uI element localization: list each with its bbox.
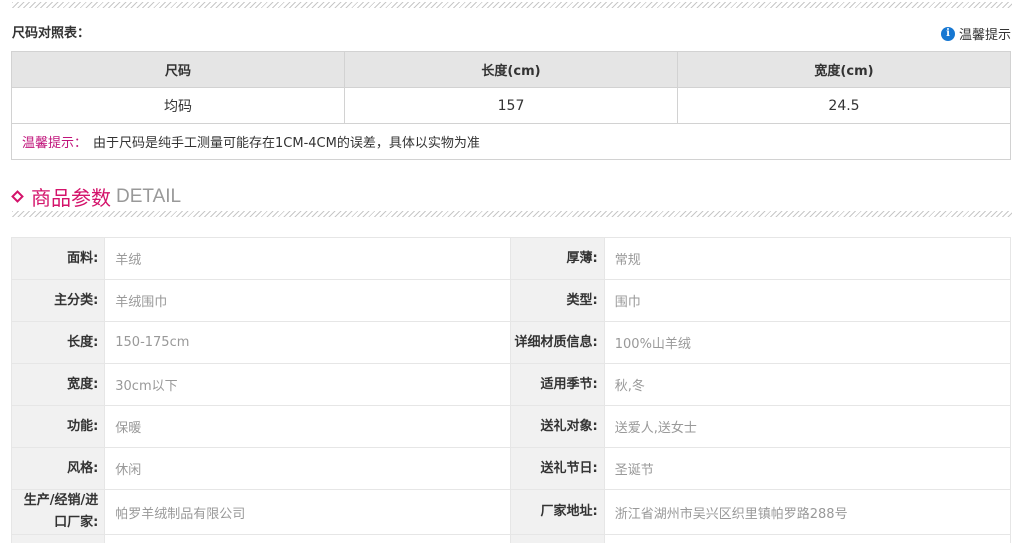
- param-value: 保暖: [104, 405, 512, 448]
- table-row: 生产/经销/进口厂家: 帕罗羊绒制品有限公司 厂家地址: 浙江省湖州市吴兴区织里镇帕罗…: [10, 489, 1012, 535]
- diamond-icon: [11, 190, 24, 203]
- param-key: 厚薄:: [510, 237, 605, 280]
- param-key: 宽度:: [10, 363, 106, 406]
- param-key: 长度:: [10, 321, 106, 364]
- param-value: [603, 534, 1012, 543]
- table-row: 功能: 保暖 送礼对象: 送爱人,送女士: [10, 405, 1012, 448]
- section-divider: [12, 211, 1012, 217]
- detail-section-heading: 商品参数 DETAIL: [11, 182, 182, 211]
- size-chart-table: 尺码 长度(cm) 宽度(cm) 均码 157 24.5 温馨提示： 由于尺码是纯…: [11, 51, 1011, 160]
- param-value: 30cm以下: [104, 363, 512, 406]
- param-value: 150-175cm: [104, 321, 512, 364]
- param-key: [10, 534, 106, 543]
- param-value: 围巾: [603, 279, 1012, 322]
- detail-title-cn: 商品参数: [31, 186, 111, 210]
- header-size: 尺码: [11, 51, 345, 88]
- param-value: 羊绒: [104, 237, 512, 280]
- param-key: 送礼节日:: [510, 447, 605, 490]
- param-key: 面料:: [10, 237, 106, 280]
- note-text: 由于尺码是纯手工测量可能存在1CM-4CM的误差，具体以实物为准: [93, 136, 480, 151]
- info-icon: i: [940, 26, 955, 41]
- table-row: 面料: 羊绒 厚薄: 常规: [10, 237, 1012, 280]
- param-value: 100%山羊绒: [603, 321, 1012, 364]
- table-row: [10, 534, 1012, 543]
- param-key: 主分类:: [10, 279, 106, 322]
- param-value: 圣诞节: [603, 447, 1012, 490]
- param-key: 类型:: [510, 279, 605, 322]
- table-row: 均码 157 24.5: [11, 87, 1011, 124]
- cell-size: 均码: [11, 87, 345, 124]
- tip-link[interactable]: i 温馨提示: [940, 24, 1011, 43]
- param-key: 适用季节:: [510, 363, 605, 406]
- table-row: 主分类: 羊绒围巾 类型: 围巾: [10, 279, 1012, 322]
- param-key: 详细材质信息:: [510, 321, 605, 364]
- param-key: 送礼对象:: [510, 405, 605, 448]
- detail-title-en: DETAIL: [116, 185, 182, 207]
- param-key: 厂家地址:: [510, 489, 605, 535]
- param-key: 功能:: [10, 405, 106, 448]
- cell-width: 24.5: [677, 87, 1011, 124]
- top-divider: [12, 2, 1012, 8]
- param-value: 常规: [603, 237, 1012, 280]
- cell-length: 157: [344, 87, 678, 124]
- table-row: 长度: 150-175cm 详细材质信息: 100%山羊绒: [10, 321, 1012, 364]
- param-value: 帕罗羊绒制品有限公司: [104, 489, 512, 535]
- param-key: [510, 534, 605, 543]
- param-value: [104, 534, 512, 543]
- tip-label: 温馨提示: [958, 28, 1011, 43]
- note-label: 温馨提示：: [22, 136, 88, 151]
- param-value: 休闲: [104, 447, 512, 490]
- note-row: 温馨提示： 由于尺码是纯手工测量可能存在1CM-4CM的误差，具体以实物为准: [11, 123, 1011, 160]
- param-value: 送爱人,送女士: [603, 405, 1012, 448]
- size-chart-header-row: 尺码 长度(cm) 宽度(cm): [11, 51, 1011, 88]
- note-cell: 温馨提示： 由于尺码是纯手工测量可能存在1CM-4CM的误差，具体以实物为准: [11, 123, 1011, 160]
- detail-params-table: 面料: 羊绒 厚薄: 常规 主分类: 羊绒围巾 类型: 围巾 长度: 150-175cm 详细材质信…: [10, 237, 1012, 543]
- param-value: 浙江省湖州市吴兴区织里镇帕罗路288号: [603, 489, 1012, 535]
- table-row: 风格: 休闲 送礼节日: 圣诞节: [10, 447, 1012, 490]
- param-value: 秋,冬: [603, 363, 1012, 406]
- param-key: 风格:: [10, 447, 106, 490]
- header-length: 长度(cm): [344, 51, 678, 88]
- param-key: 生产/经销/进口厂家:: [10, 489, 106, 535]
- header-width: 宽度(cm): [677, 51, 1011, 88]
- param-value: 羊绒围巾: [104, 279, 512, 322]
- table-row: 宽度: 30cm以下 适用季节: 秋,冬: [10, 363, 1012, 406]
- size-chart-title: 尺码对照表：: [12, 26, 91, 41]
